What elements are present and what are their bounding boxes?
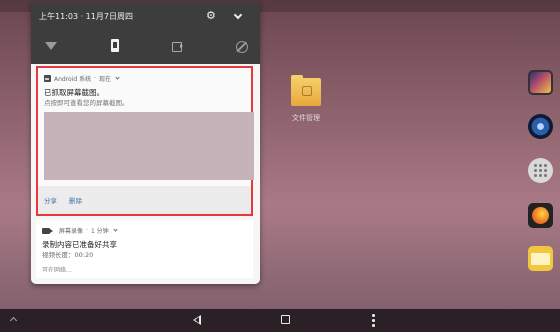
screen-record-icon[interactable]: [170, 38, 186, 54]
screenshot-preview[interactable]: [44, 112, 254, 180]
notification-time: 1 分钟: [90, 228, 109, 235]
folder-label: 文件管理: [292, 114, 320, 122]
chevron-up-icon[interactable]: [9, 316, 18, 325]
notification-body: 点按即可查看您的屏幕截图。: [44, 99, 129, 107]
chevron-down-icon[interactable]: [233, 10, 243, 20]
gear-icon[interactable]: ⚙: [206, 9, 216, 22]
back-button[interactable]: [193, 315, 201, 325]
video-icon: [42, 227, 53, 234]
cast-off-icon[interactable]: [233, 38, 249, 54]
wifi-off-icon[interactable]: [43, 38, 59, 54]
desktop-folder[interactable]: 文件管理: [286, 75, 326, 123]
browser-app-icon[interactable]: [528, 203, 553, 228]
datetime-label: 上午11:03 · 11月7日周四: [39, 12, 133, 21]
screenshot-notification[interactable]: Android 系统 · 现在 已抓取屏幕截图。 点按即可查看您的屏幕截图。 分…: [36, 66, 254, 216]
navigation-bar: [0, 309, 560, 332]
home-button[interactable]: [281, 315, 290, 324]
notification-truncated-text: 可在网络...: [42, 267, 72, 272]
delete-button[interactable]: 删除: [69, 195, 82, 205]
music-app-icon[interactable]: [528, 114, 553, 139]
notification-time: 现在: [99, 76, 112, 83]
expand-caret-icon[interactable]: [115, 75, 120, 80]
quick-settings: 上午11:03 · 11月7日周四 ⚙: [31, 2, 260, 64]
share-button[interactable]: 分享: [44, 195, 57, 205]
gallery-app-icon[interactable]: [528, 70, 553, 95]
screen-recording-notification[interactable]: 屏幕录像 · 1 分钟 录制内容已准备好共享 视频长度：00:20 可在网络..…: [36, 220, 253, 278]
mail-app-icon[interactable]: [528, 246, 553, 271]
notification-body: 视频长度：00:20: [42, 251, 94, 259]
expand-caret-icon[interactable]: [113, 227, 118, 232]
image-icon: [44, 75, 51, 82]
notification-app: 屏幕录像: [59, 228, 84, 235]
menu-button[interactable]: [372, 314, 375, 327]
notification-header: Android 系统 · 现在: [44, 74, 120, 83]
folder-icon: [291, 75, 321, 106]
app-drawer-icon[interactable]: [528, 158, 553, 183]
notification-shade: 上午11:03 · 11月7日周四 ⚙ Android 系统 · 现在 已抓取屏…: [31, 2, 260, 284]
phone-screen-icon[interactable]: [107, 38, 123, 54]
notification-app: Android 系统: [54, 76, 92, 83]
notification-actions: 分享 删除: [38, 186, 251, 214]
notification-header: 屏幕录像 · 1 分钟: [42, 226, 118, 235]
